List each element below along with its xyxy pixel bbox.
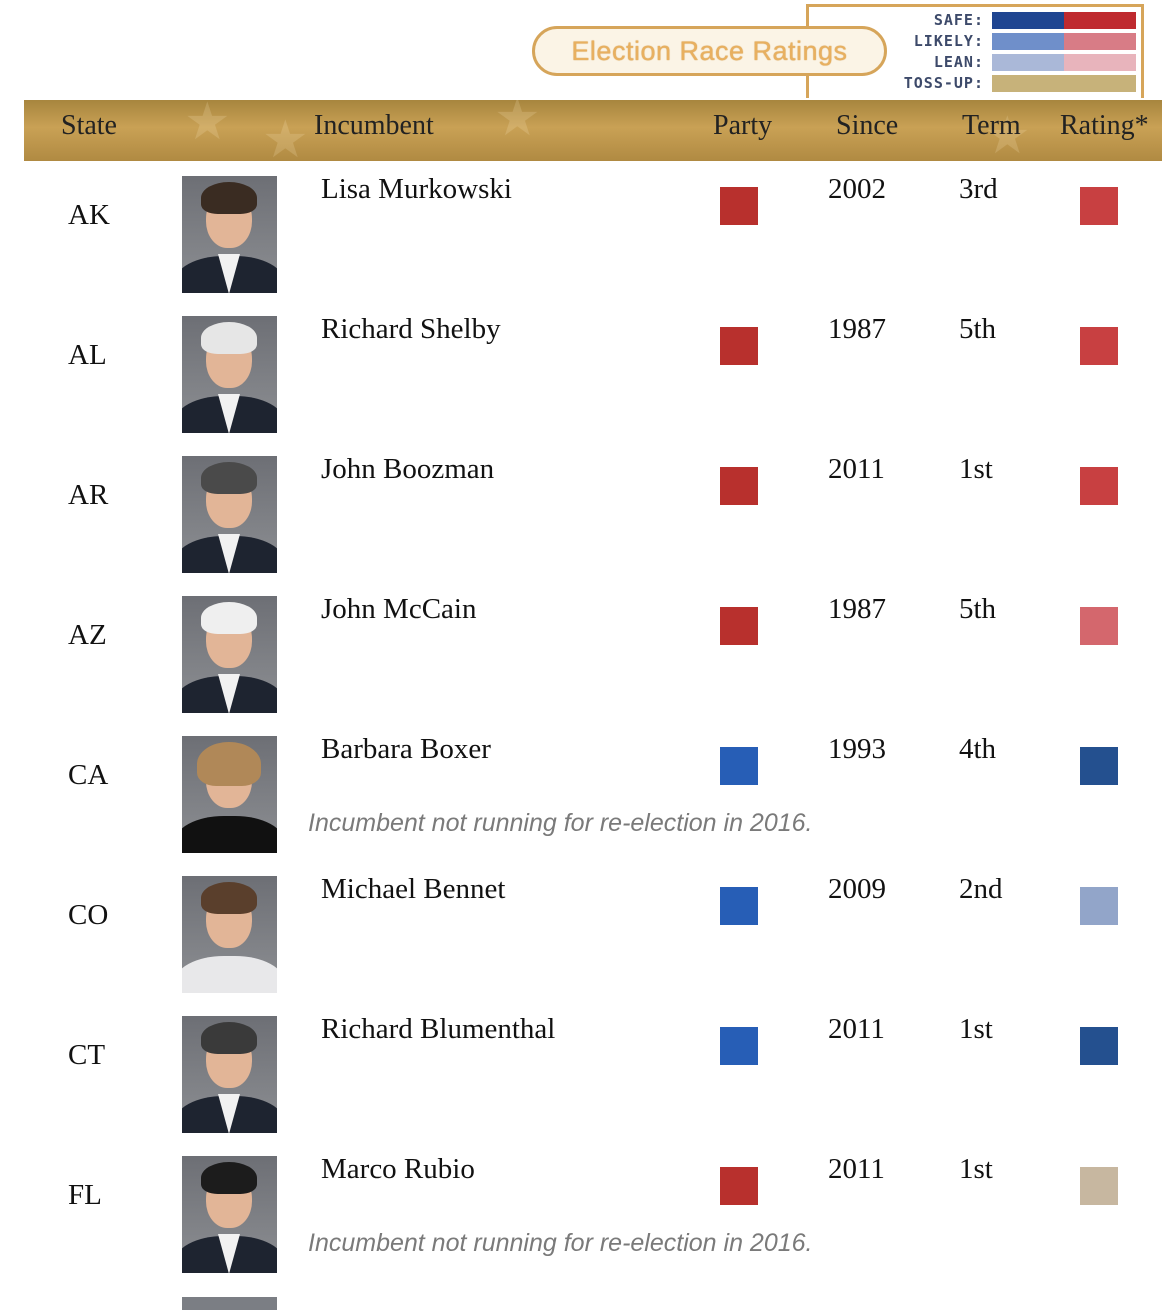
since-year: 1987 (828, 313, 886, 345)
table-row: AR John Boozman 2011 1st (24, 441, 1162, 581)
legend-swatch-rep (1064, 33, 1136, 50)
term-number: 2nd (959, 873, 1003, 905)
legend-label: SAFE: (933, 11, 984, 29)
table-row: FL Marco Rubio 2011 1st Incumbent not ru… (24, 1141, 1162, 1281)
header-rating[interactable]: Rating* (1060, 110, 1149, 142)
legend-row-tossup: TOSS-UP: (880, 73, 1138, 94)
legend-title: Election Race Ratings (571, 35, 848, 66)
legend-rows: SAFE: LIKELY: LEAN: TOSS-UP: (880, 10, 1138, 94)
header-since[interactable]: Since (836, 110, 898, 142)
party-swatch (720, 187, 758, 225)
incumbent-name[interactable]: Michael Bennet (321, 873, 505, 906)
incumbent-name[interactable]: Marco Rubio (321, 1153, 475, 1186)
since-year: 2011 (828, 453, 885, 485)
legend-swatch-rep (1064, 54, 1136, 71)
rating-swatch (1080, 187, 1118, 225)
term-number: 1st (959, 1153, 993, 1185)
term-number: 1st (959, 453, 993, 485)
term-number: 4th (959, 733, 997, 765)
incumbent-name[interactable]: John McCain (321, 593, 476, 626)
star-decoration-icon: ★ (184, 100, 231, 152)
legend-swatch-dem (992, 12, 1064, 29)
incumbent-name[interactable]: Lisa Murkowski (321, 173, 512, 206)
header-incumbent[interactable]: Incumbent (314, 110, 434, 142)
table-row: AK Lisa Murkowski 2002 3rd (24, 161, 1162, 301)
header-state[interactable]: State (61, 110, 117, 142)
term-number: 5th (959, 593, 997, 625)
ratings-legend: Election Race Ratings SAFE: LIKELY: LEAN… (0, 0, 1168, 100)
legend-swatch-rep (1064, 12, 1136, 29)
legend-label: LEAN: (933, 53, 984, 71)
legend-swatch-dem (992, 54, 1064, 71)
table-row: CT Richard Blumenthal 2011 1st (24, 1001, 1162, 1141)
incumbent-note: Incumbent not running for re-election in… (308, 809, 813, 837)
rating-swatch (1080, 1167, 1118, 1205)
incumbent-note: Incumbent not running for re-election in… (308, 1229, 813, 1257)
incumbent-photo (182, 1156, 277, 1273)
incumbent-name[interactable]: John Boozman (321, 453, 494, 486)
term-number: 5th (959, 313, 997, 345)
rating-swatch (1080, 327, 1118, 365)
table-header: ★ ★ ★ ★ State Incumbent Party Since Term… (24, 100, 1162, 161)
since-year: 2011 (828, 1153, 885, 1185)
rating-swatch (1080, 1027, 1118, 1065)
header-term[interactable]: Term (962, 110, 1021, 142)
legend-label: LIKELY: (913, 32, 984, 50)
incumbent-photo-partial (182, 1297, 277, 1310)
legend-title-badge: Election Race Ratings (532, 26, 887, 76)
incumbent-name[interactable]: Richard Shelby (321, 313, 501, 346)
incumbent-name[interactable]: Richard Blumenthal (321, 1013, 555, 1046)
rating-swatch (1080, 607, 1118, 645)
legend-label: TOSS-UP: (903, 74, 984, 92)
state-code: CT (68, 1039, 106, 1071)
state-code: AK (68, 199, 110, 231)
table-row: CA Barbara Boxer 1993 4th Incumbent not … (24, 721, 1162, 861)
rating-swatch (1080, 887, 1118, 925)
legend-row-lean: LEAN: (880, 52, 1138, 73)
legend-row-likely: LIKELY: (880, 31, 1138, 52)
incumbent-photo (182, 456, 277, 573)
star-decoration-icon: ★ (262, 110, 309, 161)
since-year: 2009 (828, 873, 886, 905)
party-swatch (720, 1167, 758, 1205)
legend-swatch-tossup (992, 75, 1136, 92)
state-code: CO (68, 899, 109, 931)
incumbent-name[interactable]: Barbara Boxer (321, 733, 491, 766)
since-year: 1993 (828, 733, 886, 765)
star-decoration-icon: ★ (494, 100, 541, 148)
rating-swatch (1080, 467, 1118, 505)
table-row: CO Michael Bennet 2009 2nd (24, 861, 1162, 1001)
party-swatch (720, 607, 758, 645)
term-number: 1st (959, 1013, 993, 1045)
table-row: AZ John McCain 1987 5th (24, 581, 1162, 721)
state-code: FL (68, 1179, 102, 1211)
since-year: 2011 (828, 1013, 885, 1045)
incumbent-photo (182, 316, 277, 433)
state-code: AZ (68, 619, 107, 651)
incumbent-photo (182, 736, 277, 853)
term-number: 3rd (959, 173, 998, 205)
party-swatch (720, 327, 758, 365)
table-row: AL Richard Shelby 1987 5th (24, 301, 1162, 441)
state-code: AL (68, 339, 107, 371)
header-party[interactable]: Party (713, 110, 772, 142)
incumbent-photo (182, 596, 277, 713)
incumbent-photo (182, 876, 277, 993)
rating-swatch (1080, 747, 1118, 785)
since-year: 1987 (828, 593, 886, 625)
state-code: AR (68, 479, 109, 511)
party-swatch (720, 1027, 758, 1065)
party-swatch (720, 467, 758, 505)
party-swatch (720, 887, 758, 925)
party-swatch (720, 747, 758, 785)
legend-row-safe: SAFE: (880, 10, 1138, 31)
incumbent-photo (182, 176, 277, 293)
incumbent-photo (182, 1016, 277, 1133)
since-year: 2002 (828, 173, 886, 205)
legend-swatch-dem (992, 33, 1064, 50)
state-code: CA (68, 759, 109, 791)
